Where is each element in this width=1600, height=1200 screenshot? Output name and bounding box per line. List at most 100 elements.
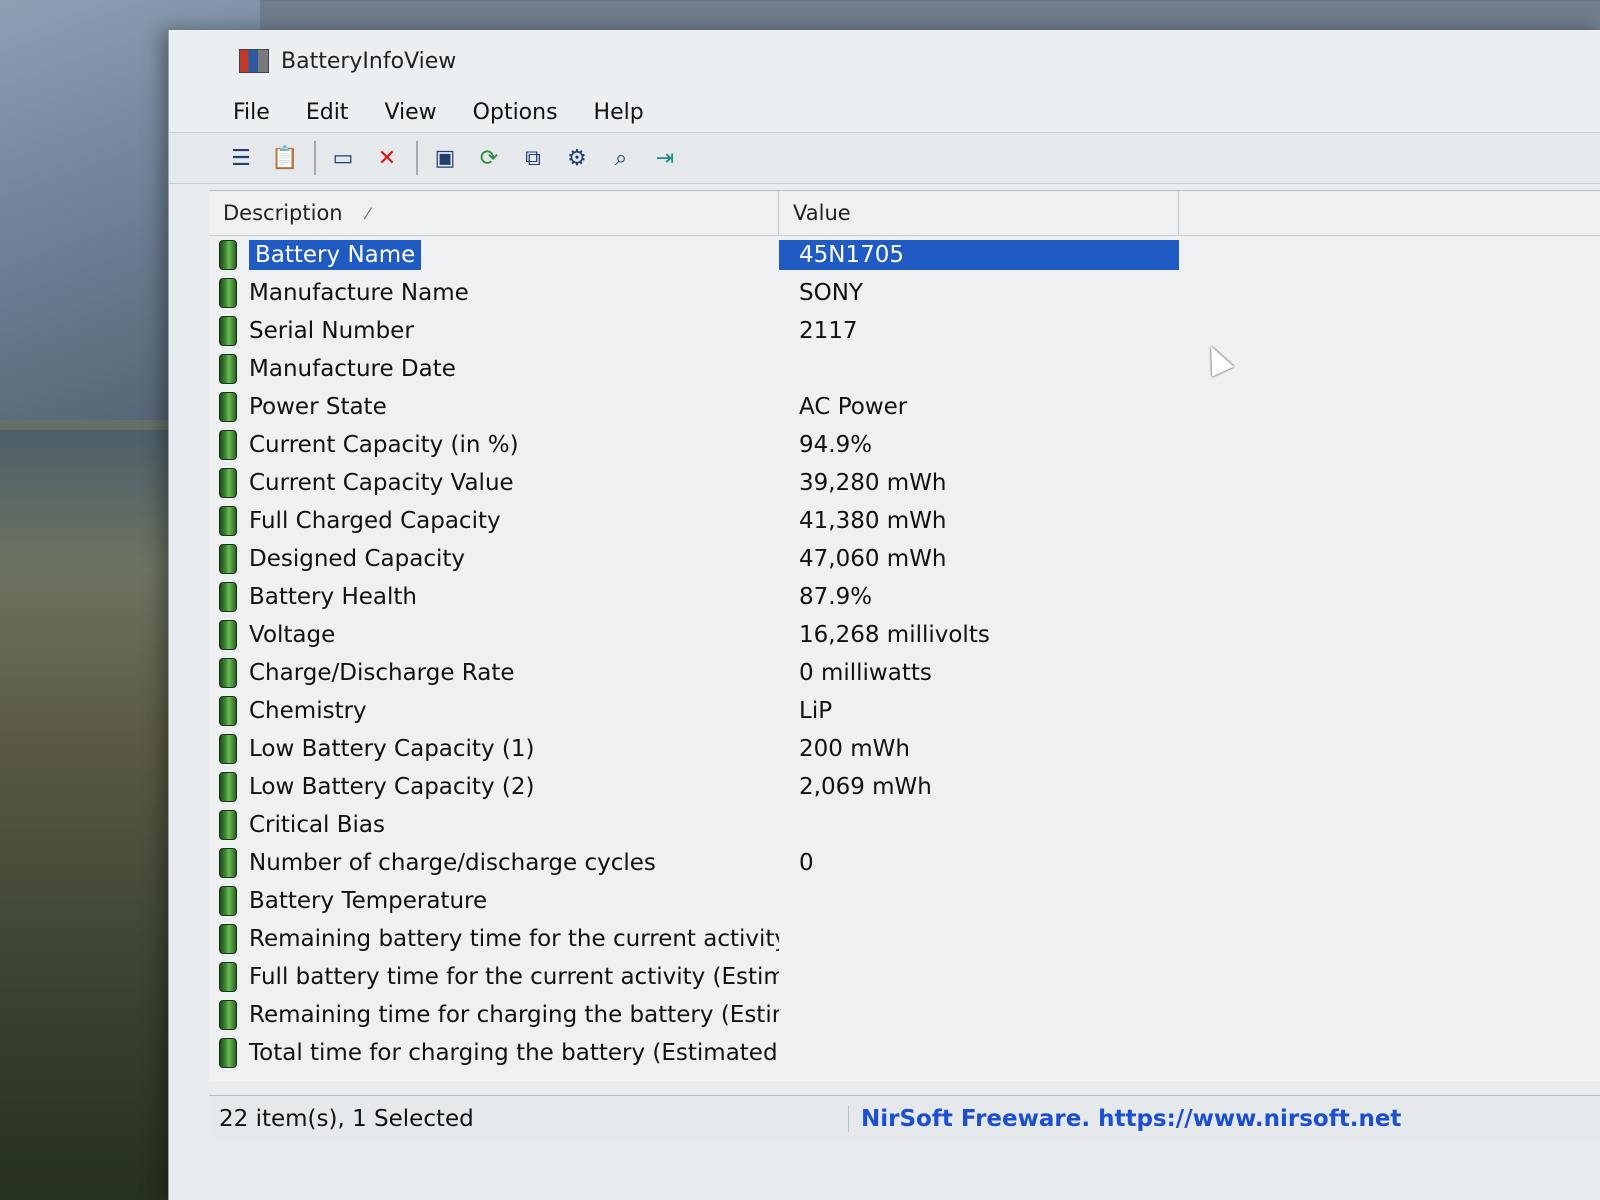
clipboard-icon[interactable]: 📋 <box>268 141 302 175</box>
table-row[interactable]: Full battery time for the current activi… <box>209 958 1600 996</box>
description-cell: Current Capacity (in %) <box>209 430 779 460</box>
description-text: Current Capacity (in %) <box>249 432 519 458</box>
options-icon[interactable]: ⚙ <box>560 141 594 175</box>
value-cell: AC Power <box>799 394 908 420</box>
table-row[interactable]: Designed Capacity 47,060 mWh <box>209 540 1600 578</box>
table-row[interactable]: Charge/Discharge Rate 0 milliwatts <box>209 654 1600 692</box>
table-row[interactable]: Battery Temperature <box>209 882 1600 920</box>
battery-icon <box>219 772 237 802</box>
table-row[interactable]: Voltage 16,268 millivolts <box>209 616 1600 654</box>
menu-file[interactable]: File <box>229 98 274 127</box>
description-cell: Total time for charging the battery (Est… <box>209 1038 779 1068</box>
table-row[interactable]: Remaining time for charging the battery … <box>209 996 1600 1034</box>
description-cell: Low Battery Capacity (2) <box>209 772 779 802</box>
battery-icon <box>219 810 237 840</box>
value-cell: 16,268 millivolts <box>799 622 990 648</box>
battery-icon <box>219 696 237 726</box>
description-cell: Low Battery Capacity (1) <box>209 734 779 764</box>
battery-icon <box>219 430 237 460</box>
description-text: Voltage <box>249 622 336 648</box>
menu-view[interactable]: View <box>380 98 440 127</box>
value-cell: 0 <box>799 850 814 876</box>
battery-app-icon <box>239 49 269 73</box>
table-row[interactable]: Low Battery Capacity (1) 200 mWh <box>209 730 1600 768</box>
exit-icon[interactable]: ⇥ <box>648 141 682 175</box>
battery-icon <box>219 316 237 346</box>
value-cell: 2117 <box>799 318 858 344</box>
table-row[interactable]: Full Charged Capacity 41,380 mWh <box>209 502 1600 540</box>
value-cell: SONY <box>799 280 863 306</box>
nirsoft-link[interactable]: NirSoft Freeware. https://www.nirsoft.ne… <box>849 1106 1401 1132</box>
description-cell: Full Charged Capacity <box>209 506 779 536</box>
battery-icon <box>219 658 237 688</box>
description-cell: Power State <box>209 392 779 422</box>
refresh-icon[interactable]: ⟳ <box>472 141 506 175</box>
description-text: Power State <box>249 394 387 420</box>
description-text: Current Capacity Value <box>249 470 514 496</box>
table-row[interactable]: Total time for charging the battery (Est… <box>209 1034 1600 1072</box>
delete-icon[interactable]: ✕ <box>370 141 404 175</box>
title-bar[interactable]: BatteryInfoView <box>169 30 1600 92</box>
status-bar: 22 item(s), 1 Selected NirSoft Freeware.… <box>209 1095 1600 1141</box>
column-header-value[interactable]: Value <box>779 191 1179 235</box>
table-row[interactable]: Low Battery Capacity (2) 2,069 mWh <box>209 768 1600 806</box>
copy-icon[interactable]: ⧉ <box>516 141 550 175</box>
status-item-count: 22 item(s), 1 Selected <box>209 1105 849 1132</box>
description-text: Remaining battery time for the current a… <box>249 926 779 952</box>
column-header-value-label: Value <box>793 201 851 225</box>
table-row[interactable]: Chemistry LiP <box>209 692 1600 730</box>
properties-icon[interactable]: ☰ <box>224 141 258 175</box>
window-title: BatteryInfoView <box>281 48 457 74</box>
battery-icon <box>219 1038 237 1068</box>
description-cell: Current Capacity Value <box>209 468 779 498</box>
table-row[interactable]: Current Capacity Value 39,280 mWh <box>209 464 1600 502</box>
description-cell: Voltage <box>209 620 779 650</box>
description-text: Low Battery Capacity (2) <box>249 774 535 800</box>
description-text: Serial Number <box>249 318 414 344</box>
menu-options[interactable]: Options <box>469 98 562 127</box>
battery-icon <box>219 620 237 650</box>
description-cell: Full battery time for the current activi… <box>209 962 779 992</box>
table-row[interactable]: Manufacture Name SONY <box>209 274 1600 312</box>
table-row[interactable]: Remaining battery time for the current a… <box>209 920 1600 958</box>
toolbar-separator <box>314 141 316 175</box>
menu-help[interactable]: Help <box>590 98 648 127</box>
app-window: BatteryInfoView File Edit View Options H… <box>168 30 1600 1200</box>
battery-icon <box>219 1000 237 1030</box>
description-cell: Charge/Discharge Rate <box>209 658 779 688</box>
table-row[interactable]: Critical Bias <box>209 806 1600 844</box>
table-row[interactable]: Manufacture Date <box>209 350 1600 388</box>
value-cell: 0 milliwatts <box>799 660 932 686</box>
description-cell: Number of charge/discharge cycles <box>209 848 779 878</box>
table-row[interactable]: Current Capacity (in %) 94.9% <box>209 426 1600 464</box>
battery-info-list[interactable]: Description ⁄ Value Battery Name 45N1705 M… <box>209 190 1600 1081</box>
value-cell: 45N1705 <box>779 240 1179 270</box>
html-report-icon[interactable]: ▭ <box>326 141 360 175</box>
table-row[interactable]: Serial Number 2117 <box>209 312 1600 350</box>
save-icon[interactable]: ▣ <box>428 141 462 175</box>
battery-icon <box>219 848 237 878</box>
description-cell: Remaining battery time for the current a… <box>209 924 779 954</box>
table-row[interactable]: Battery Name 45N1705 <box>209 236 1600 274</box>
battery-icon <box>219 354 237 384</box>
battery-icon <box>219 392 237 422</box>
column-header-description-label: Description <box>223 201 343 225</box>
table-row[interactable]: Number of charge/discharge cycles 0 <box>209 844 1600 882</box>
value-cell: LiP <box>799 698 833 724</box>
description-text: Number of charge/discharge cycles <box>249 850 656 876</box>
description-cell: Battery Temperature <box>209 886 779 916</box>
table-row[interactable]: Battery Health 87.9% <box>209 578 1600 616</box>
battery-icon <box>219 468 237 498</box>
description-text: Battery Health <box>249 584 417 610</box>
column-header-description[interactable]: Description ⁄ <box>209 191 779 235</box>
value-cell: 47,060 mWh <box>799 546 947 572</box>
description-cell: Remaining time for charging the battery … <box>209 1000 779 1030</box>
description-cell: Manufacture Name <box>209 278 779 308</box>
find-icon[interactable]: ⌕ <box>604 141 638 175</box>
description-cell: Serial Number <box>209 316 779 346</box>
description-cell: Designed Capacity <box>209 544 779 574</box>
menu-edit[interactable]: Edit <box>302 98 353 127</box>
battery-icon <box>219 582 237 612</box>
sort-indicator-icon: ⁄ <box>366 203 370 223</box>
table-row[interactable]: Power State AC Power <box>209 388 1600 426</box>
